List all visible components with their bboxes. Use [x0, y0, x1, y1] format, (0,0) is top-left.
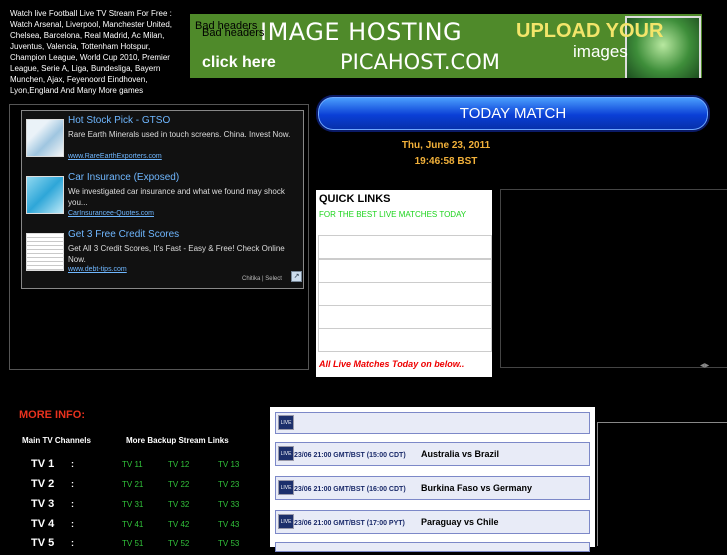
tv-channel-row: TV 2 : TV 21 TV 22 TV 23 — [0, 478, 270, 496]
images-text: images — [573, 42, 628, 61]
match-row[interactable]: LIVE 23/06 21:00 GMT/BST (15:00 CDT) Aus… — [275, 442, 590, 466]
ad-url[interactable]: CarInsurancee-Quotes.com — [68, 210, 154, 217]
quick-link-row[interactable] — [318, 305, 492, 329]
ad-description: We investigated car insurance and what w… — [68, 187, 285, 207]
backup-link[interactable]: TV 13 — [218, 460, 239, 469]
ad-url[interactable]: www.RareEarthExporters.com — [68, 153, 162, 160]
match-time: 23/06 21:00 GMT/BST (17:00 PYT) — [294, 520, 405, 527]
ad-unit: Hot Stock Pick - GTSO Rare Earth Mineral… — [21, 110, 304, 289]
main-channels-header: Main TV Channels — [22, 436, 91, 445]
main-channel-link[interactable]: TV 4 — [31, 518, 54, 530]
backup-link[interactable]: TV 53 — [218, 539, 239, 548]
match-teams[interactable]: Australia vs Brazil — [421, 449, 499, 459]
separator: : — [71, 459, 74, 469]
tv-channel-row: TV 1 : TV 11 TV 12 TV 13 — [0, 458, 270, 476]
bad-headers-text: Bad headers — [202, 27, 265, 39]
match-time: 23/06 21:00 GMT/BST (16:00 CDT) — [294, 486, 406, 493]
main-channel-link[interactable]: TV 1 — [31, 458, 54, 470]
backup-link[interactable]: TV 32 — [168, 500, 189, 509]
match-teams[interactable]: Paraguay vs Chile — [421, 517, 499, 527]
match-row[interactable] — [275, 542, 590, 552]
image-hosting-banner[interactable]: IMAGE HOSTING Bad headers Bad headers cl… — [190, 14, 702, 78]
match-time: 23/06 21:00 GMT/BST (15:00 CDT) — [294, 452, 406, 459]
backup-link[interactable]: TV 52 — [168, 539, 189, 548]
today-match-bar: TODAY MATCH — [316, 95, 710, 132]
scroll-arrow-icon[interactable]: ◀▶ — [700, 362, 709, 369]
quick-links-title: QUICK LINKS — [319, 193, 391, 205]
quick-link-row[interactable] — [318, 259, 492, 283]
backup-link[interactable]: TV 21 — [122, 480, 143, 489]
backup-link[interactable]: TV 51 — [122, 539, 143, 548]
quick-links-subtitle: FOR THE BEST LIVE MATCHES TODAY — [319, 210, 467, 219]
current-time: 19:46:58 BST — [414, 156, 478, 167]
separator: : — [71, 479, 74, 489]
video-player[interactable] — [500, 189, 727, 368]
live-tv-icon: LIVE — [278, 514, 294, 529]
match-row[interactable]: LIVE — [275, 412, 590, 434]
tv-channel-row: TV 3 : TV 31 TV 32 TV 33 — [0, 498, 270, 516]
current-date: Thu, June 23, 2011 — [401, 140, 491, 151]
backup-link[interactable]: TV 43 — [218, 520, 239, 529]
backup-link[interactable]: TV 11 — [122, 460, 143, 469]
separator: : — [71, 538, 74, 548]
quick-link-row[interactable] — [318, 282, 492, 306]
chitika-icon[interactable]: ↗ — [291, 271, 302, 282]
main-channel-link[interactable]: TV 3 — [31, 498, 54, 510]
today-match-label: TODAY MATCH — [459, 105, 567, 122]
ad-title[interactable]: Car Insurance (Exposed) — [68, 172, 179, 183]
live-matches-link[interactable]: All Live Matches Today on below.. — [319, 359, 464, 369]
live-tv-icon: LIVE — [278, 415, 294, 430]
backup-link[interactable]: TV 33 — [218, 500, 239, 509]
more-info-heading: MORE INFO: — [19, 409, 85, 421]
ad-title[interactable]: Hot Stock Pick - GTSO — [68, 115, 170, 126]
side-panel — [597, 422, 727, 546]
live-matches-panel: LIVE LIVE 23/06 21:00 GMT/BST (15:00 CDT… — [270, 407, 595, 552]
ad-thumbnail[interactable] — [26, 233, 64, 271]
ad-title[interactable]: Get 3 Free Credit Scores — [68, 229, 179, 240]
live-tv-icon: LIVE — [278, 480, 294, 495]
backup-link[interactable]: TV 31 — [122, 500, 143, 509]
separator: : — [71, 499, 74, 509]
site-description: Watch live Football Live TV Stream For F… — [10, 9, 173, 95]
quick-link-row[interactable] — [318, 328, 492, 352]
main-channel-link[interactable]: TV 2 — [31, 478, 54, 490]
tv-channel-row: TV 5 : TV 51 TV 52 TV 53 — [0, 537, 270, 555]
chitika-label[interactable]: Chitika | Select — [242, 276, 282, 282]
match-teams[interactable]: Burkina Faso vs Germany — [421, 483, 532, 493]
banner-title: IMAGE HOSTING — [260, 18, 463, 46]
backup-links-header: More Backup Stream Links — [126, 436, 229, 445]
ad-url[interactable]: www.debt-tips.com — [68, 266, 127, 273]
quick-link-row[interactable] — [318, 235, 492, 259]
main-channel-link[interactable]: TV 5 — [31, 537, 54, 549]
backup-link[interactable]: TV 42 — [168, 520, 189, 529]
backup-link[interactable]: TV 23 — [218, 480, 239, 489]
backup-link[interactable]: TV 41 — [122, 520, 143, 529]
match-row[interactable]: LIVE 23/06 21:00 GMT/BST (17:00 PYT) Par… — [275, 510, 590, 534]
ad-description: Get All 3 Credit Scores, It's Fast - Eas… — [68, 244, 285, 264]
backup-link[interactable]: TV 22 — [168, 480, 189, 489]
ad-thumbnail[interactable] — [26, 176, 64, 214]
backup-link[interactable]: TV 12 — [168, 460, 189, 469]
ad-thumbnail[interactable] — [26, 119, 64, 157]
separator: : — [71, 519, 74, 529]
tv-channel-row: TV 4 : TV 41 TV 42 TV 43 — [0, 518, 270, 536]
upload-text: UPLOAD YOUR — [516, 20, 664, 42]
banner-site: PICAHOST.COM — [340, 50, 500, 74]
match-row[interactable]: LIVE 23/06 21:00 GMT/BST (16:00 CDT) Bur… — [275, 476, 590, 500]
ad-description: Rare Earth Minerals used in touch screen… — [68, 130, 291, 139]
click-here-text[interactable]: click here — [202, 54, 276, 72]
live-tv-icon: LIVE — [278, 446, 294, 461]
quick-links-panel: QUICK LINKS FOR THE BEST LIVE MATCHES TO… — [316, 190, 492, 377]
